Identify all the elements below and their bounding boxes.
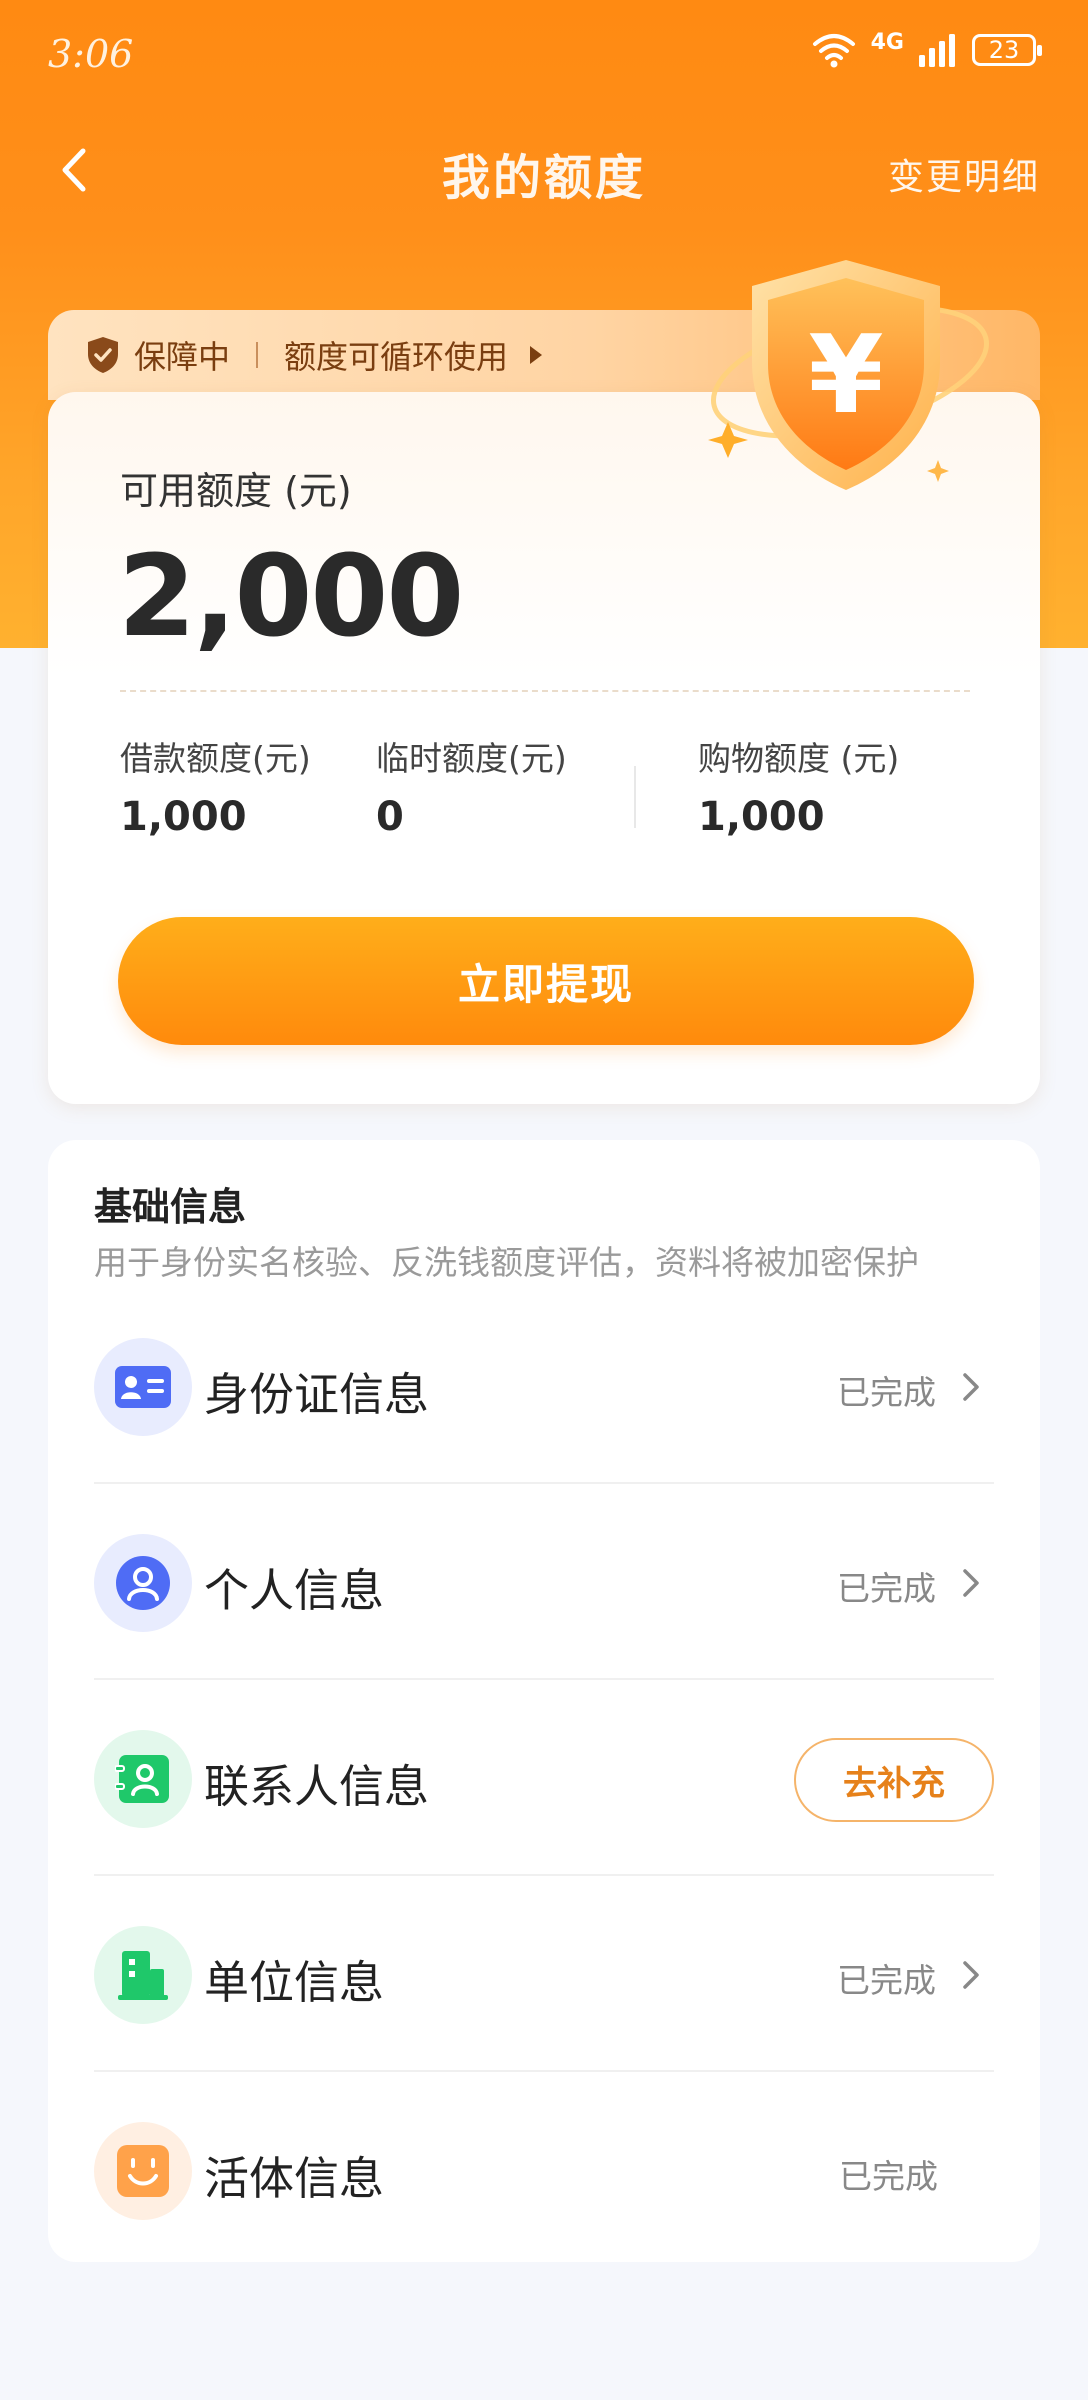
available-credit-amount: 2,000: [118, 532, 464, 662]
guarantee-status: 保障中: [134, 338, 231, 376]
battery-level: 23: [988, 36, 1020, 64]
wifi-icon: [812, 34, 855, 68]
basic-info-description: 用于身份实名核验、反洗钱额度评估，资料将被加密保护: [94, 1243, 919, 1282]
liveness-info-label: 活体信息: [204, 2152, 385, 2205]
basic-info-card: 基础信息 用于身份实名核验、反洗钱额度评估，资料将被加密保护 身份证信息 已完成: [48, 1140, 1040, 2262]
personal-info-status: 已完成: [837, 1569, 936, 1608]
banner-text: 额度可循环使用: [284, 338, 509, 376]
yuan-shield-icon: ¥: [708, 260, 990, 490]
employer-info-label: 单位信息: [204, 1956, 385, 2009]
network-type: 4G: [870, 29, 904, 55]
chevron-right-icon: [963, 1569, 979, 1597]
loan-credit-value: 1,000: [120, 794, 247, 840]
shopping-credit: 购物额度 (元) 1,000: [698, 732, 899, 840]
play-arrow-icon: [530, 346, 543, 364]
shopping-credit-label: 购物额度 (元): [698, 739, 900, 778]
loan-credit-label: 借款额度(元): [120, 739, 311, 778]
available-credit-label: 可用额度 (元): [120, 469, 352, 513]
contacts-info-label: 联系人信息: [204, 1760, 430, 1813]
supplement-button[interactable]: 去补充: [794, 1738, 994, 1822]
building-icon: [94, 1926, 192, 2024]
status-icons: 4G 23: [811, 29, 1042, 68]
info-row-liveness[interactable]: 活体信息 已完成: [94, 2072, 994, 2268]
vertical-divider: [634, 766, 636, 828]
signal-icon: [919, 34, 955, 67]
shield-check-icon: [88, 337, 118, 373]
basic-info-title: 基础信息: [94, 1185, 247, 1229]
liveness-info-status: 已完成: [839, 2157, 938, 2196]
id-card-status: 已完成: [837, 1373, 936, 1412]
personal-info-label: 个人信息: [204, 1564, 385, 1617]
info-row-employer[interactable]: 单位信息 已完成: [94, 1876, 994, 2072]
withdraw-button[interactable]: 立即提现: [118, 917, 974, 1045]
employer-info-status: 已完成: [837, 1961, 936, 2000]
chevron-right-icon: [963, 1373, 979, 1401]
info-row-contacts[interactable]: 联系人信息 去补充: [94, 1680, 994, 1876]
contacts-icon: [94, 1730, 192, 1828]
person-icon: [94, 1534, 192, 1632]
change-detail-link[interactable]: 变更明细: [888, 148, 1040, 200]
temp-credit-label: 临时额度(元): [376, 739, 567, 778]
dashed-divider: [120, 690, 970, 692]
info-row-id-card[interactable]: 身份证信息 已完成: [94, 1288, 994, 1484]
banner-divider: [256, 342, 259, 368]
yuan-symbol: ¥: [808, 313, 883, 438]
info-row-personal[interactable]: 个人信息 已完成: [94, 1484, 994, 1680]
shopping-credit-value: 1,000: [698, 794, 825, 840]
temp-credit: 临时额度(元) 0: [376, 732, 567, 840]
battery-indicator: 23: [972, 34, 1042, 66]
face-icon: [94, 2122, 192, 2220]
loan-credit: 借款额度(元) 1,000: [120, 732, 311, 840]
id-card-icon: [94, 1338, 192, 1436]
status-time: 3:06: [48, 32, 134, 76]
chevron-right-icon: [963, 1961, 979, 1989]
id-card-label: 身份证信息: [204, 1368, 430, 1421]
temp-credit-value: 0: [376, 794, 404, 840]
